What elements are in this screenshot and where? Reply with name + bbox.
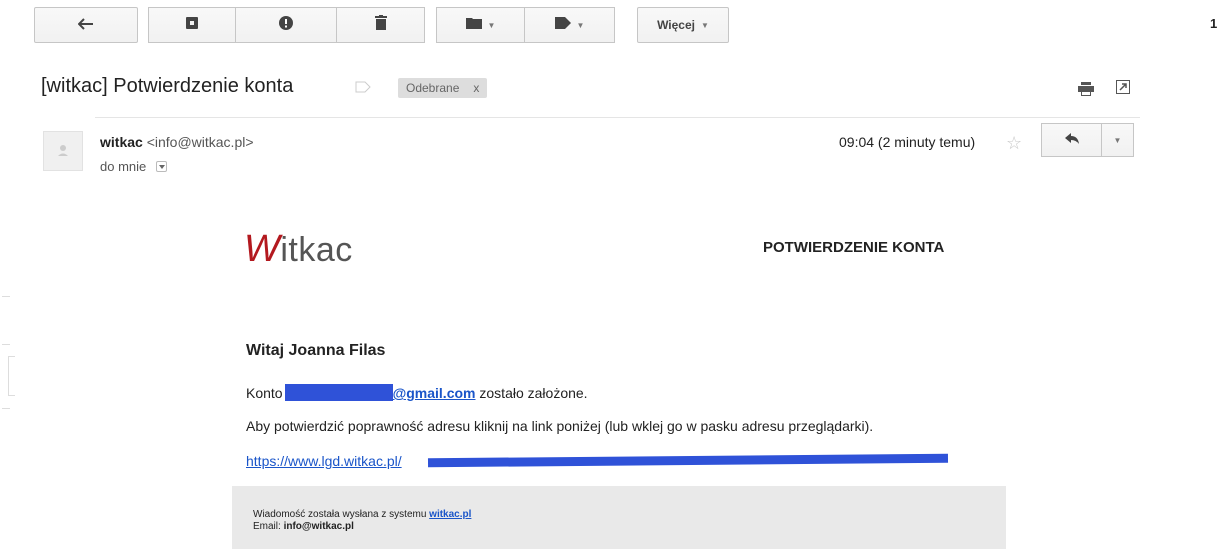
important-marker-icon[interactable] — [355, 80, 371, 94]
inbox-label-text: Odebrane — [406, 81, 460, 95]
reply-button[interactable] — [1041, 123, 1102, 157]
report-spam-button[interactable] — [236, 7, 337, 43]
inbox-label-chip: Odebrane x — [398, 78, 488, 98]
witkac-logo: Witkac — [244, 228, 353, 270]
avatar-icon — [44, 145, 82, 174]
footer-text: Wiadomość została wysłana z systemu witk… — [253, 509, 471, 533]
footer-prefix: Wiadomość została wysłana z systemu — [253, 509, 430, 520]
header-divider — [95, 117, 1140, 118]
avatar — [43, 131, 83, 171]
sender-name: witkac — [100, 134, 143, 150]
message-subject: [witkac] Potwierdzenie konta — [41, 75, 294, 97]
labels-button[interactable]: ▼ — [525, 7, 615, 43]
back-button[interactable] — [34, 7, 138, 43]
more-dropdown-icon: ▼ — [1113, 135, 1122, 145]
more-button[interactable]: Więcej ▼ — [637, 7, 729, 43]
instruction-text: Aby potwierdzić poprawność adresu klikni… — [246, 418, 874, 434]
new-window-icon[interactable] — [1116, 80, 1130, 99]
account-line: Konto @gmail.com zostało założone. — [246, 384, 588, 401]
account-email-link[interactable]: @gmail.com — [393, 385, 476, 401]
move-to-button[interactable]: ▼ — [436, 7, 525, 43]
chevron-down-icon: ▼ — [487, 20, 496, 30]
email-title: POTWIERDZENIE KONTA — [763, 239, 945, 256]
footer-email-label: Email: — [253, 521, 284, 532]
account-suffix: zostało założone. — [475, 385, 588, 401]
left-edge-handle — [8, 356, 15, 396]
details-dropdown-icon[interactable] — [156, 161, 168, 172]
print-icon[interactable] — [1078, 82, 1094, 101]
sender-email: <info@witkac.pl> — [146, 134, 254, 150]
action-button-group — [148, 7, 425, 43]
archive-button[interactable] — [148, 7, 236, 43]
more-button-label: Więcej — [657, 18, 695, 32]
account-prefix: Konto — [246, 385, 283, 401]
redaction-block — [284, 384, 393, 401]
star-icon[interactable]: ☆ — [1006, 133, 1022, 154]
reply-button-group: ▼ — [1041, 123, 1134, 157]
reply-icon — [1064, 131, 1079, 149]
delete-icon — [374, 15, 387, 35]
back-arrow-icon — [77, 17, 94, 33]
message-time: 09:04 (2 minuty temu) — [839, 134, 976, 150]
confirmation-link[interactable]: https://www.lgd.witkac.pl/ — [246, 453, 402, 469]
recipient-label: do mnie — [100, 159, 147, 174]
footer-link[interactable]: witkac.pl — [429, 509, 471, 520]
recipient-details[interactable]: do mnie — [100, 159, 168, 174]
footer-email: info@witkac.pl — [283, 521, 354, 532]
more-actions-button[interactable]: ▼ — [1102, 123, 1134, 157]
archive-icon — [186, 16, 198, 34]
delete-button[interactable] — [337, 7, 425, 43]
remove-label-button[interactable]: x — [473, 81, 479, 95]
organize-button-group: ▼ ▼ — [436, 7, 615, 43]
chevron-down-icon: ▼ — [576, 20, 585, 30]
sender[interactable]: witkac <info@witkac.pl> — [100, 134, 254, 150]
page-counter: 1 — [1210, 16, 1218, 31]
chevron-down-icon: ▼ — [701, 20, 709, 30]
redaction-bar — [427, 453, 949, 468]
greeting: Witaj Joanna Filas — [246, 342, 386, 359]
label-icon — [554, 16, 571, 34]
report-spam-icon — [279, 15, 293, 35]
folder-icon — [465, 16, 482, 34]
